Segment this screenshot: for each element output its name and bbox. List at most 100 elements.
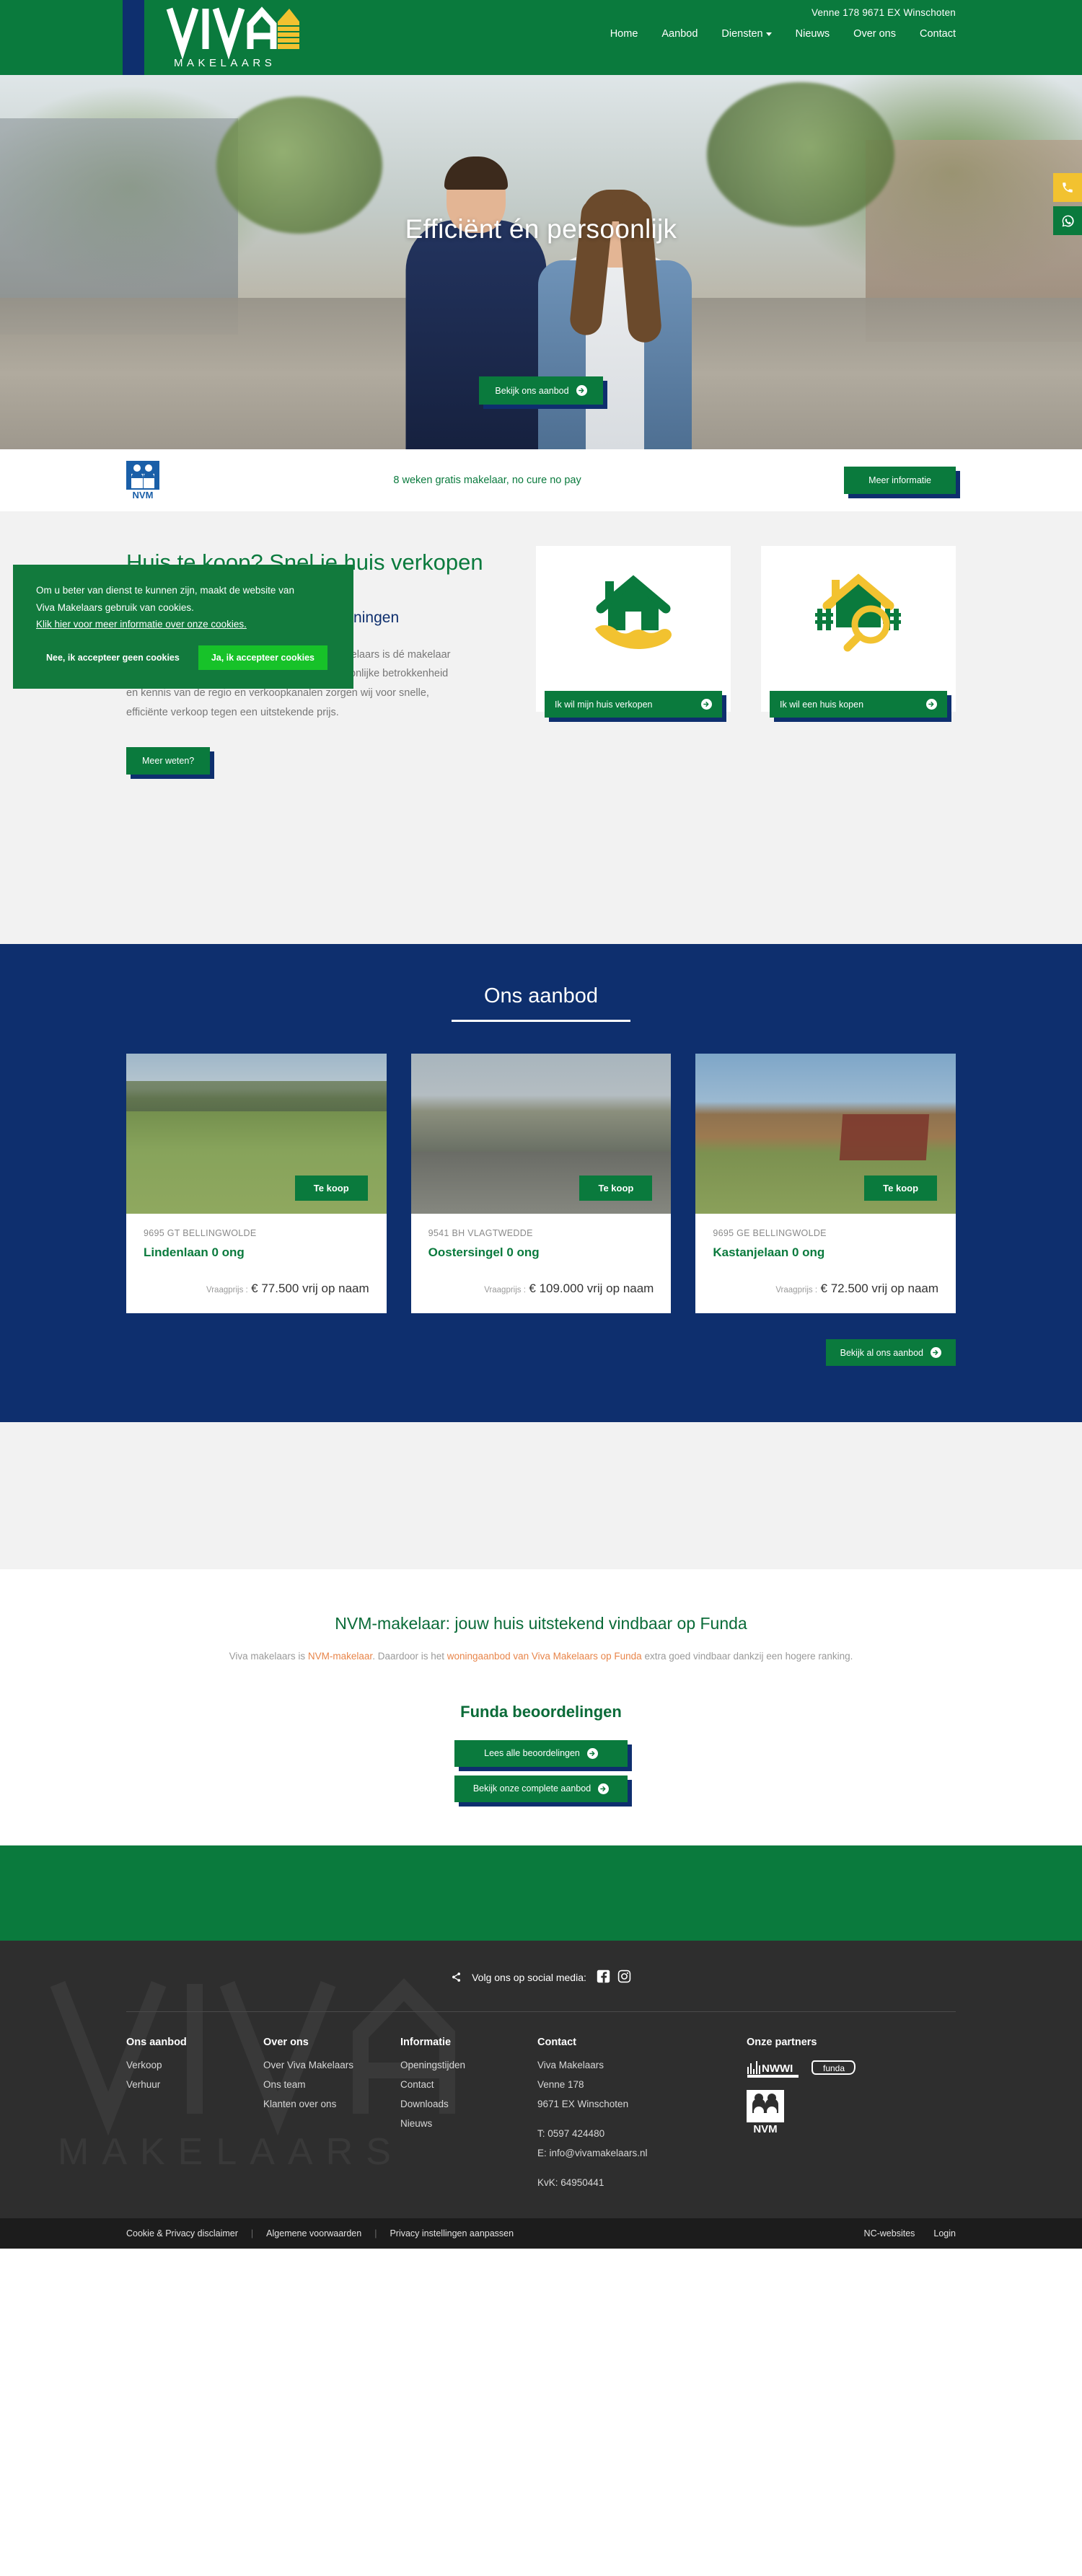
property-card[interactable]: Te koop 9695 GE BELLINGWOLDE Kastanjelaa… [695, 1054, 956, 1313]
property-body: 9695 GE BELLINGWOLDE Kastanjelaan 0 ong … [695, 1214, 956, 1313]
nav-item-contact[interactable]: Contact [920, 28, 956, 40]
hero-cta-button[interactable]: Bekijk ons aanbod [479, 376, 603, 405]
footer-column-over-ons: Over ons Over Viva Makelaars Ons team Kl… [263, 2037, 400, 2197]
bottom-separator: | [374, 2228, 377, 2238]
property-card[interactable]: Te koop 9541 BH VLAGTWEDDE Oostersingel … [410, 1054, 672, 1313]
funda-link-offer[interactable]: woningaanbod van Viva Makelaars op Funda [447, 1651, 642, 1662]
nav-item-nieuws[interactable]: Nieuws [796, 28, 830, 40]
house-search-icon [812, 568, 905, 654]
nvm-more-info-label: Meer informatie [868, 475, 931, 485]
footer-link-over-viva[interactable]: Over Viva Makelaars [263, 2060, 400, 2070]
nvm-promo-text: 8 weken gratis makelaar, no cure no pay [393, 475, 581, 486]
arrow-right-icon [576, 385, 587, 396]
property-zipcity: 9695 GT BELLINGWOLDE [144, 1228, 257, 1238]
bottom-link-cookie-privacy[interactable]: Cookie & Privacy disclaimer [126, 2228, 238, 2238]
view-complete-offer-button[interactable]: Bekijk onze complete aanbod [454, 1775, 628, 1802]
nvm-more-info-button[interactable]: Meer informatie [844, 467, 956, 494]
footer-contact-phone[interactable]: T: 0597 424480 [537, 2128, 747, 2139]
nvm-promo-strip: NVM 8 weken gratis makelaar, no cure no … [0, 449, 1082, 511]
property-body: 9541 BH VLAGTWEDDE Oostersingel 0 ong Vr… [411, 1214, 672, 1313]
footer-col-title: Over ons [263, 2036, 309, 2048]
nav-item-diensten[interactable]: Diensten [721, 28, 772, 40]
footer-link-contact[interactable]: Contact [400, 2079, 537, 2090]
property-street: Kastanjelaan 0 ong [713, 1245, 825, 1259]
view-all-offer-label: Bekijk al ons aanbod [840, 1347, 923, 1358]
property-price-label: Vraagprijs : [206, 1286, 248, 1294]
property-grid: Te koop 9695 GT BELLINGWOLDE Lindenlaan … [126, 1054, 956, 1313]
property-price-row: Vraagprijs : € 109.000 vrij op naam [428, 1282, 654, 1296]
social-row: Volg ons op social media: [126, 1970, 956, 2011]
service-sell-label: Ik wil mijn huis verkopen [555, 699, 653, 710]
bottom-link-privacy-settings[interactable]: Privacy instellingen aanpassen [390, 2228, 514, 2238]
chevron-down-icon [765, 32, 772, 36]
cookie-actions: Nee, ik accepteer geen cookies Ja, ik ac… [36, 645, 333, 670]
house-in-hand-icon [586, 568, 680, 654]
footer-contact-email[interactable]: E: info@vivamakelaars.nl [537, 2148, 747, 2158]
footer-link-verkoop[interactable]: Verkoop [126, 2060, 263, 2070]
main-nav: Home Aanbod Diensten Nieuws Over ons Con… [610, 28, 956, 40]
nwwi-logo-icon[interactable]: NWWI [747, 2060, 800, 2078]
read-reviews-button[interactable]: Lees alle beoordelingen [454, 1739, 628, 1767]
nvm-logo-icon[interactable]: NVM [747, 2089, 784, 2135]
funda-logo-icon[interactable]: funda [812, 2060, 856, 2077]
viva-logo-icon: MAKELAARS [166, 6, 299, 69]
floating-whatsapp-button[interactable] [1053, 206, 1082, 235]
site-logo[interactable]: MAKELAARS [123, 0, 325, 75]
green-divider-band [0, 1845, 1082, 1941]
instagram-link[interactable] [617, 1970, 631, 1985]
footer-link-ons-team[interactable]: Ons team [263, 2079, 400, 2090]
social-label: Volg ons op social media: [472, 1971, 586, 1983]
funda-section: NVM-makelaar: jouw huis uitstekend vindb… [0, 1569, 1082, 1845]
footer-link-openingstijden[interactable]: Openingstijden [400, 2060, 537, 2070]
intro-more-button[interactable]: Meer weten? [126, 746, 211, 775]
nav-item-aanbod[interactable]: Aanbod [661, 28, 698, 40]
footer-bottom-bar: Cookie & Privacy disclaimer | Algemene v… [0, 2218, 1082, 2249]
arrow-right-icon [926, 699, 937, 710]
cookie-accept-button[interactable]: Ja, ik accepteer cookies [198, 645, 327, 670]
partner-logo-row: NWWI funda [747, 2060, 920, 2078]
bottom-separator: | [250, 2228, 254, 2238]
footer-link-verhuur[interactable]: Verhuur [126, 2079, 263, 2090]
service-buy-button[interactable]: Ik wil een huis kopen [770, 691, 947, 718]
property-photo: Te koop [126, 1054, 387, 1214]
facebook-icon [597, 1970, 610, 1982]
footer-contact-street: Venne 178 [537, 2078, 584, 2090]
arrow-right-icon [586, 1747, 598, 1759]
nav-label: Contact [920, 28, 956, 40]
view-complete-offer-label: Bekijk onze complete aanbod [472, 1783, 591, 1794]
property-street: Oostersingel 0 ong [428, 1245, 540, 1259]
service-card-buy[interactable]: Ik wil een huis kopen [761, 546, 956, 718]
view-all-offer-button[interactable]: Bekijk al ons aanbod [825, 1339, 956, 1366]
status-badge: Te koop [294, 1175, 368, 1201]
cookie-text-line2: Viva Makelaars gebruik van cookies. [36, 601, 194, 613]
floating-phone-button[interactable] [1053, 173, 1082, 202]
nav-label: Diensten [721, 28, 763, 40]
bottom-link-voorwaarden[interactable]: Algemene voorwaarden [266, 2228, 361, 2238]
funda-reviews-heading: Funda beoordelingen [460, 1702, 622, 1721]
footer-link-downloads[interactable]: Downloads [400, 2099, 537, 2109]
facebook-link[interactable] [597, 1970, 610, 1985]
property-body: 9695 GT BELLINGWOLDE Lindenlaan 0 ong Vr… [126, 1214, 387, 1313]
bottom-link-nc-websites[interactable]: NC-websites [864, 2228, 915, 2238]
nav-item-over-ons[interactable]: Over ons [853, 28, 896, 40]
cookie-info-link[interactable]: Klik hier voor meer informatie over onze… [36, 619, 247, 630]
nav-item-home[interactable]: Home [610, 28, 638, 40]
floating-contact-buttons [1053, 173, 1082, 235]
service-sell-button[interactable]: Ik wil mijn huis verkopen [545, 691, 722, 718]
footer-link-nieuws[interactable]: Nieuws [400, 2118, 537, 2129]
service-card-sell[interactable]: Ik wil mijn huis verkopen [536, 546, 731, 718]
bottom-link-login[interactable]: Login [933, 2228, 956, 2238]
footer-col-title: Informatie [400, 2036, 452, 2048]
footer-link-klanten[interactable]: Klanten over ons [263, 2099, 400, 2109]
footer-divider [126, 2011, 956, 2012]
cookie-decline-button[interactable]: Nee, ik accepteer geen cookies [36, 645, 190, 670]
funda-link-nvm[interactable]: NVM-makelaar [308, 1651, 372, 1662]
nav-label: Nieuws [795, 28, 830, 40]
cookie-consent-banner: Om u beter van dienst te kunnen zijn, ma… [13, 565, 353, 689]
footer-col-title: Contact [537, 2036, 576, 2048]
header-address: Venne 178 9671 EX Winschoten [812, 7, 956, 18]
logo-wordmark: MAKELAARS [174, 57, 276, 69]
property-card[interactable]: Te koop 9695 GT BELLINGWOLDE Lindenlaan … [126, 1054, 387, 1313]
property-photo: Te koop [410, 1054, 672, 1214]
whatsapp-icon [1062, 215, 1074, 226]
